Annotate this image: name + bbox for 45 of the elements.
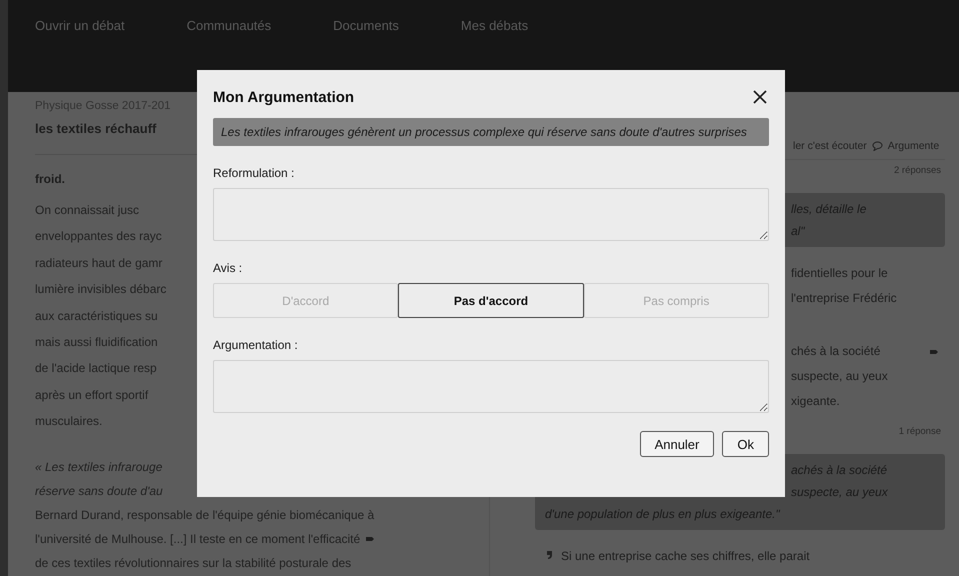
article-text-line: aux caractéristiques su	[35, 308, 158, 325]
opinion-option[interactable]: Pas compris	[584, 283, 769, 318]
toolbar-text: ler c'est écouter	[793, 140, 867, 152]
article-text-line: de l'acide lactique resp	[35, 360, 157, 378]
opinion-option[interactable]: Pas d'accord	[398, 283, 584, 318]
comment-text-line: suspecte, au yeux	[791, 368, 888, 385]
quote-text-line: « Les textiles infrarouge	[35, 458, 162, 476]
nav-link[interactable]: Documents	[333, 18, 399, 33]
article-title: les textiles réchauff	[35, 120, 156, 138]
article-text-line: l'université de Mulhouse. [...] Il teste en ce moment l'efficacité	[35, 530, 360, 548]
ok-button[interactable]: Ok	[722, 431, 769, 457]
statement-text: Les textiles infrarouges génèrent un processus complexe qui réserve sans doute d'autres surprises	[213, 118, 769, 146]
field-label: Reformulation :	[213, 166, 296, 180]
cancel-button[interactable]: Annuler	[640, 431, 714, 457]
nav-link[interactable]: Communautés	[186, 18, 272, 33]
field-label: Argumentation :	[213, 338, 299, 352]
nav-link[interactable]: Ouvrir un débat	[35, 18, 125, 33]
quote-icon	[545, 550, 553, 560]
speech-bubble-icon	[872, 140, 883, 150]
comment-text-line: Si une entreprise cache ses chiffres, elle parait	[561, 548, 810, 565]
comment-text-line: chés à la société	[791, 343, 880, 360]
close-button[interactable]	[751, 88, 769, 106]
article-text-line: enveloppantes des rayc	[35, 228, 162, 246]
comment-marker-icon	[366, 536, 374, 542]
comment-text-line: l'entreprise Frédéric	[791, 290, 897, 307]
article-text-line: lumière invisibles débarc	[35, 281, 166, 298]
article-text-line: après un effort sportif	[35, 386, 148, 404]
article-text-line: Bernard Durand, responsable de l'équipe génie biomécanique à	[35, 506, 374, 524]
comment-text-line: xigeante.	[791, 393, 840, 410]
argue-link[interactable]: Argumente	[888, 140, 940, 152]
article-text-line: mais aussi fluidification	[35, 334, 158, 351]
dialog-title: Mon Argumentation	[213, 88, 354, 106]
quote-text-line: réserve sans doute d'au	[35, 482, 163, 500]
article-text-line: musculaires.	[35, 413, 102, 430]
opinion-option[interactable]: D'accord	[213, 283, 398, 318]
comment-text-line: fidentielles pour le	[791, 265, 888, 282]
article-text-line: de ces textiles révolutionnaires sur la stabilité posturale des	[35, 554, 352, 572]
reformulation-field[interactable]	[213, 188, 769, 241]
article-lead: froid.	[35, 171, 65, 188]
comment-marker-icon	[930, 348, 938, 354]
article-text-line: On connaissait jusc	[35, 202, 140, 219]
field-label: Avis :	[213, 261, 244, 275]
nav-link[interactable]: Mes débats	[460, 18, 528, 33]
article-text-line: radiateurs haut de gamr	[35, 254, 162, 272]
argument-field[interactable]	[213, 360, 769, 413]
